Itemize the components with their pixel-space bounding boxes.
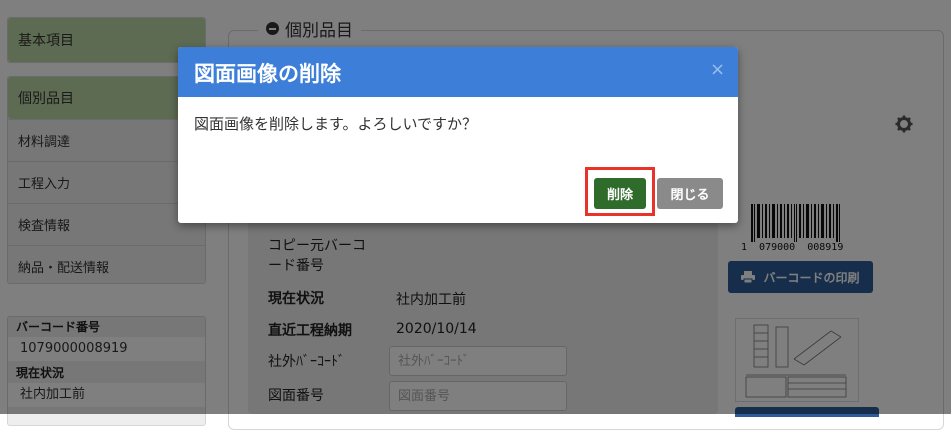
close-button[interactable]: 閉じる bbox=[657, 178, 723, 209]
close-icon[interactable]: × bbox=[710, 60, 725, 80]
modal-title: 図面画像の削除 bbox=[194, 62, 341, 86]
modal-header: 図面画像の削除 × bbox=[178, 47, 738, 97]
delete-button[interactable]: 削除 bbox=[594, 178, 646, 209]
modal-message: 図面画像を削除します。よろしいですか？ bbox=[194, 115, 478, 133]
delete-drawing-modal: 図面画像の削除 × 図面画像を削除します。よろしいですか？ 削除 閉じる bbox=[178, 47, 738, 223]
